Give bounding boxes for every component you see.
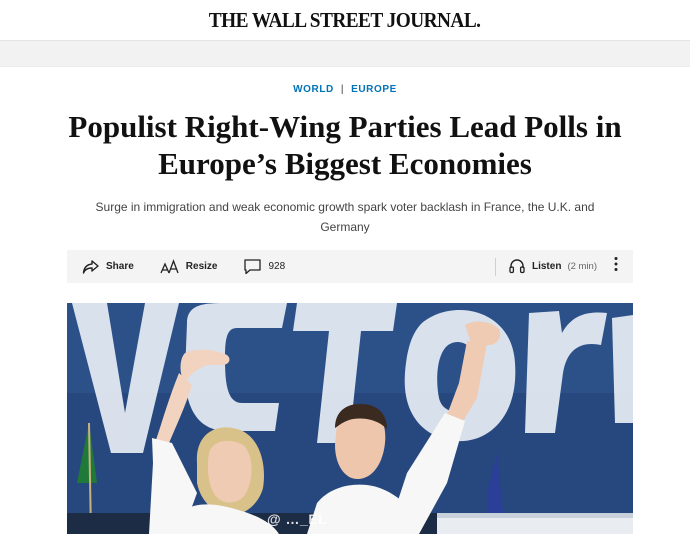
resize-icon — [160, 258, 180, 275]
comments-button[interactable]: 928 — [243, 258, 285, 275]
comments-count: 928 — [268, 261, 286, 272]
share-button[interactable]: Share — [82, 259, 134, 275]
breadcrumb-separator: | — [340, 84, 345, 95]
section-link-europe[interactable]: EUROPE — [351, 84, 397, 95]
listen-label: Listen — [531, 261, 562, 272]
more-options-icon — [614, 256, 618, 277]
share-label: Share — [106, 261, 134, 272]
headphones-icon — [508, 257, 526, 277]
article-toolbar: Share Resize 928 Listen (2 min) — [67, 250, 633, 283]
resize-label: Resize — [185, 261, 218, 272]
more-options-button[interactable] — [611, 256, 621, 277]
comment-icon — [243, 258, 262, 275]
ad-band — [0, 41, 690, 67]
breadcrumb: WORLD | EUROPE — [0, 84, 690, 95]
toolbar-divider — [494, 257, 496, 276]
listen-button[interactable]: Listen (2 min) — [508, 257, 597, 277]
article-dek: Surge in immigration and weak economic g… — [95, 200, 595, 234]
wsj-logo[interactable]: THE WALL STREET JOURNAL. — [209, 8, 481, 33]
masthead: THE WALL STREET JOURNAL. — [0, 0, 690, 41]
hero-image[interactable]: @ …_EL — [67, 303, 633, 534]
listen-duration: (2 min) — [567, 261, 597, 272]
section-link-world[interactable]: WORLD — [293, 84, 334, 95]
article-headline: Populist Right-Wing Parties Lead Polls i… — [68, 109, 622, 181]
share-icon — [82, 259, 100, 275]
image-watermark: @ …_EL — [267, 511, 328, 527]
resize-button[interactable]: Resize — [160, 258, 218, 275]
